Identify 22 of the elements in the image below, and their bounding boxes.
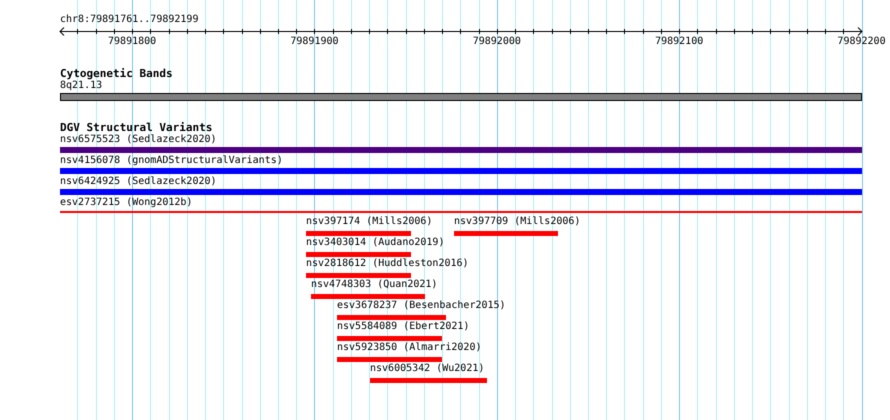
variant-label: nsv2818612 (Huddleston2016)	[306, 258, 469, 269]
variant-label: nsv3403014 (Audano2019)	[306, 237, 444, 248]
tick-label: 79892000	[472, 36, 521, 47]
band-label: 8q21.13	[60, 80, 102, 91]
variant-label: nsv4748303 (Quan2021)	[311, 279, 438, 290]
variant-label: esv3678237 (Besenbacher2015)	[337, 300, 506, 311]
tick-label: 79892100	[655, 36, 704, 47]
variant-label: nsv5923850 (Almarri2020)	[337, 342, 482, 353]
location-label: chr8:79891761..79892199	[60, 14, 198, 26]
variant-label: nsv4156078 (gnomADStructuralVariants)	[60, 155, 283, 166]
tick-label: 79892200	[837, 36, 886, 47]
variant-label: nsv5584089 (Ebert2021)	[337, 321, 470, 332]
variant-label: nsv6424925 (Sedlazeck2020)	[60, 176, 217, 187]
variant-label: esv2737215 (Wong2012b)	[60, 197, 192, 208]
tick-label: 79891800	[108, 36, 156, 47]
track-title: Cytogenetic Bands	[60, 68, 173, 79]
tick-label: 79891900	[290, 36, 339, 47]
variant-label: nsv6005342 (Wu2021)	[370, 363, 484, 374]
variant-label: nsv6575523 (Sedlazeck2020)	[60, 134, 217, 145]
variant-label: nsv397174 (Mills2006)	[306, 216, 432, 227]
variant-label: nsv397709 (Mills2006)	[454, 216, 580, 227]
track-title: DGV Structural Variants	[60, 122, 212, 133]
